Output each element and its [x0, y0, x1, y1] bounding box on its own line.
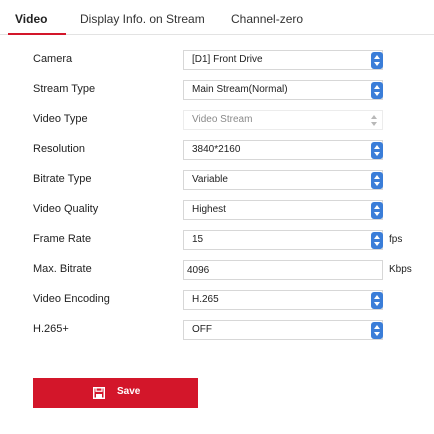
- dropdown-arrow-icon[interactable]: [371, 82, 383, 99]
- dropdown-arrow-icon[interactable]: [371, 172, 383, 189]
- frame-rate-label: Frame Rate: [33, 233, 92, 245]
- dropdown-arrow-icon[interactable]: [371, 232, 383, 249]
- resolution-value: 3840*2160: [192, 144, 241, 155]
- camera-select[interactable]: [D1] Front Drive: [183, 50, 383, 70]
- dropdown-arrow-icon[interactable]: [371, 142, 383, 159]
- save-icon: [93, 387, 105, 399]
- save-label: Save: [117, 386, 141, 397]
- resolution-row: Resolution 3840*2160: [0, 140, 434, 160]
- video-quality-select[interactable]: Highest: [183, 200, 383, 220]
- tab-display-info-on-stream[interactable]: Display Info. on Stream: [80, 12, 205, 26]
- camera-row: Camera [D1] Front Drive: [0, 50, 434, 70]
- dropdown-arrow-icon[interactable]: [371, 52, 383, 69]
- save-button[interactable]: Save: [33, 378, 198, 408]
- active-tab-indicator: [8, 33, 66, 35]
- max-bitrate-label: Max. Bitrate: [33, 263, 92, 275]
- video-encoding-label: Video Encoding: [33, 293, 110, 305]
- dropdown-arrow-icon[interactable]: [371, 202, 383, 219]
- bitrate-type-value: Variable: [192, 174, 228, 185]
- video-quality-label: Video Quality: [33, 203, 99, 215]
- camera-label: Camera: [33, 53, 73, 65]
- video-type-label: Video Type: [33, 113, 88, 125]
- video-type-row: Video Type Video Stream: [0, 110, 434, 130]
- max-bitrate-unit: Kbps: [389, 264, 412, 275]
- bitrate-type-label: Bitrate Type: [33, 173, 92, 185]
- video-type-select: Video Stream: [183, 110, 383, 130]
- camera-value: [D1] Front Drive: [192, 54, 263, 65]
- stream-type-select[interactable]: Main Stream(Normal): [183, 80, 383, 100]
- bitrate-type-select[interactable]: Variable: [183, 170, 383, 190]
- video-quality-row: Video Quality Highest: [0, 200, 434, 220]
- tab-bar: Video Display Info. on Stream Channel-ze…: [0, 0, 434, 35]
- frame-rate-unit: fps: [389, 234, 403, 245]
- resolution-label: Resolution: [33, 143, 85, 155]
- max-bitrate-input[interactable]: [183, 260, 383, 280]
- stream-type-value: Main Stream(Normal): [192, 84, 288, 95]
- h265plus-value: OFF: [192, 324, 212, 335]
- h265plus-select[interactable]: OFF: [183, 320, 383, 340]
- dropdown-arrow-icon: [370, 115, 378, 127]
- h265plus-label: H.265+: [33, 323, 69, 335]
- frame-rate-select[interactable]: 15: [183, 230, 383, 250]
- dropdown-arrow-icon[interactable]: [371, 292, 383, 309]
- video-encoding-row: Video Encoding H.265: [0, 290, 434, 310]
- video-type-value: Video Stream: [192, 114, 253, 125]
- bitrate-type-row: Bitrate Type Variable: [0, 170, 434, 190]
- dropdown-arrow-icon[interactable]: [371, 322, 383, 339]
- video-quality-value: Highest: [192, 204, 226, 215]
- h265plus-row: H.265+ OFF: [0, 320, 434, 340]
- resolution-select[interactable]: 3840*2160: [183, 140, 383, 160]
- tab-video[interactable]: Video: [15, 12, 47, 26]
- max-bitrate-row: Max. Bitrate Kbps: [0, 260, 434, 280]
- stream-type-label: Stream Type: [33, 83, 96, 95]
- video-encoding-select[interactable]: H.265: [183, 290, 383, 310]
- stream-type-row: Stream Type Main Stream(Normal): [0, 80, 434, 100]
- frame-rate-row: Frame Rate 15 fps: [0, 230, 434, 250]
- video-encoding-value: H.265: [192, 294, 219, 305]
- tab-channel-zero[interactable]: Channel-zero: [231, 12, 303, 26]
- frame-rate-value: 15: [192, 234, 204, 245]
